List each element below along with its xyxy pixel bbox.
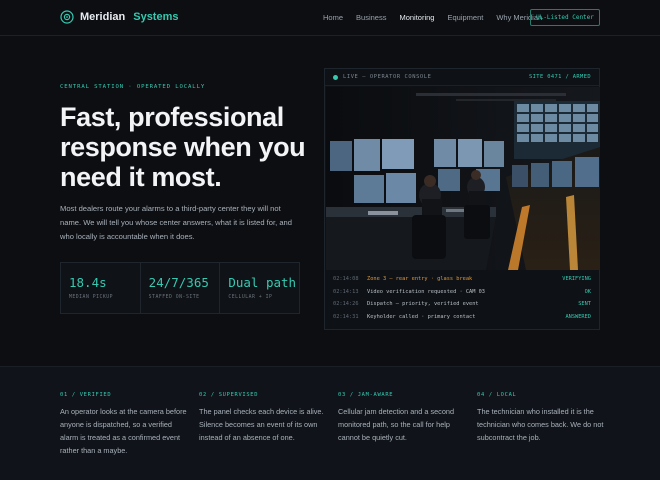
stat-label: Cellular + IP: [228, 295, 273, 300]
brand-accent: Systems: [133, 11, 179, 23]
nav-link-equipment[interactable]: Equipment: [447, 13, 483, 22]
feature-jam-aware: 03 / Jam-aware Cellular jam detection an…: [338, 392, 468, 444]
log-status: SENT: [578, 301, 591, 308]
feature-verified: 01 / Verified An operator looks at the c…: [60, 392, 190, 457]
log-message: Zone 3 — rear entry · glass break: [367, 276, 473, 283]
event-log: 02:14:08 Zone 3 — rear entry · glass bre…: [325, 273, 599, 323]
log-message: Keyholder called · primary contact: [367, 313, 476, 320]
console-site-status: Site 0471 / armed: [529, 74, 591, 80]
feature-text: An operator looks at the camera before a…: [60, 407, 187, 455]
top-nav: Meridian Systems Home Business Monitorin…: [0, 0, 660, 36]
stat-dual-path: Dual path Cellular + IP: [220, 263, 299, 313]
nav-link-home[interactable]: Home: [323, 13, 343, 22]
log-row[interactable]: 02:14:08 Zone 3 — rear entry · glass bre…: [325, 273, 599, 286]
stat-staffed: 24/7/365 Staffed on-site: [141, 263, 221, 313]
feature-eyebrow: 01 / Verified: [60, 392, 112, 398]
live-indicator-icon: [333, 74, 338, 80]
stat-value: Dual path: [228, 275, 297, 290]
log-time: 02:14:26: [333, 301, 359, 308]
features-band: 01 / Verified An operator looks at the c…: [0, 366, 660, 480]
brand-name: Meridian: [80, 11, 126, 23]
feature-text: Cellular jam detection and a second moni…: [338, 407, 455, 442]
feature-text: The panel checks each device is alive. S…: [199, 407, 324, 442]
feature-eyebrow: 02 / Supervised: [199, 392, 259, 398]
log-status: VERIFYING: [562, 276, 591, 283]
stat-label: Median pickup: [69, 295, 114, 300]
brand-logo[interactable]: Meridian Systems: [60, 10, 179, 24]
console-header: Live — operator console Site 0471 / arme…: [325, 69, 599, 86]
log-row[interactable]: 02:14:13 Video verification requested · …: [325, 286, 599, 299]
stat-label: Staffed on-site: [148, 295, 200, 300]
log-row[interactable]: 02:14:31 Keyholder called · primary cont…: [325, 311, 599, 324]
nav-links: Home Business Monitoring Equipment Why M…: [323, 13, 555, 22]
nav-link-business[interactable]: Business: [356, 13, 386, 22]
feature-text: The technician who installed it is the t…: [477, 407, 604, 442]
log-time: 02:14:08: [333, 276, 359, 283]
log-status: OK: [584, 288, 591, 295]
operator-console: Live — operator console Site 0471 / arme…: [324, 68, 600, 330]
hero-lede: Most dealers route your alarms to a thir…: [60, 204, 292, 241]
feature-supervised: 02 / Supervised The panel checks each de…: [199, 392, 329, 444]
log-row[interactable]: 02:14:26 Dispatch — priority, verified e…: [325, 298, 599, 311]
feature-eyebrow: 04 / Local: [477, 392, 517, 398]
stat-value: 18.4s: [69, 275, 107, 290]
nav-link-monitoring[interactable]: Monitoring: [399, 13, 434, 22]
feature-local: 04 / Local The technician who installed …: [477, 392, 607, 444]
log-time: 02:14:31: [333, 313, 359, 320]
stat-value: 24/7/365: [148, 275, 209, 290]
stat-median-pickup: 18.4s Median pickup: [61, 263, 141, 313]
hero-headline: Fast, professional response when you nee…: [60, 102, 306, 192]
hero-eyebrow: Central station · operated locally: [60, 84, 206, 90]
feature-eyebrow: 03 / Jam-aware: [338, 392, 394, 398]
console-title: Live — operator console: [343, 74, 432, 80]
monitoring-room-photo: [326, 87, 600, 270]
monitoring-room-illustration: [326, 87, 600, 270]
log-message: Dispatch — priority, verified event: [367, 301, 479, 308]
ul-listed-center-button[interactable]: UL-Listed Center: [530, 9, 600, 26]
log-message: Video verification requested · CAM 03: [367, 288, 485, 295]
target-icon: [60, 10, 74, 24]
log-status: ANSWERED: [565, 313, 591, 320]
log-time: 02:14:13: [333, 288, 359, 295]
stats-strip: 18.4s Median pickup 24/7/365 Staffed on-…: [60, 262, 300, 314]
